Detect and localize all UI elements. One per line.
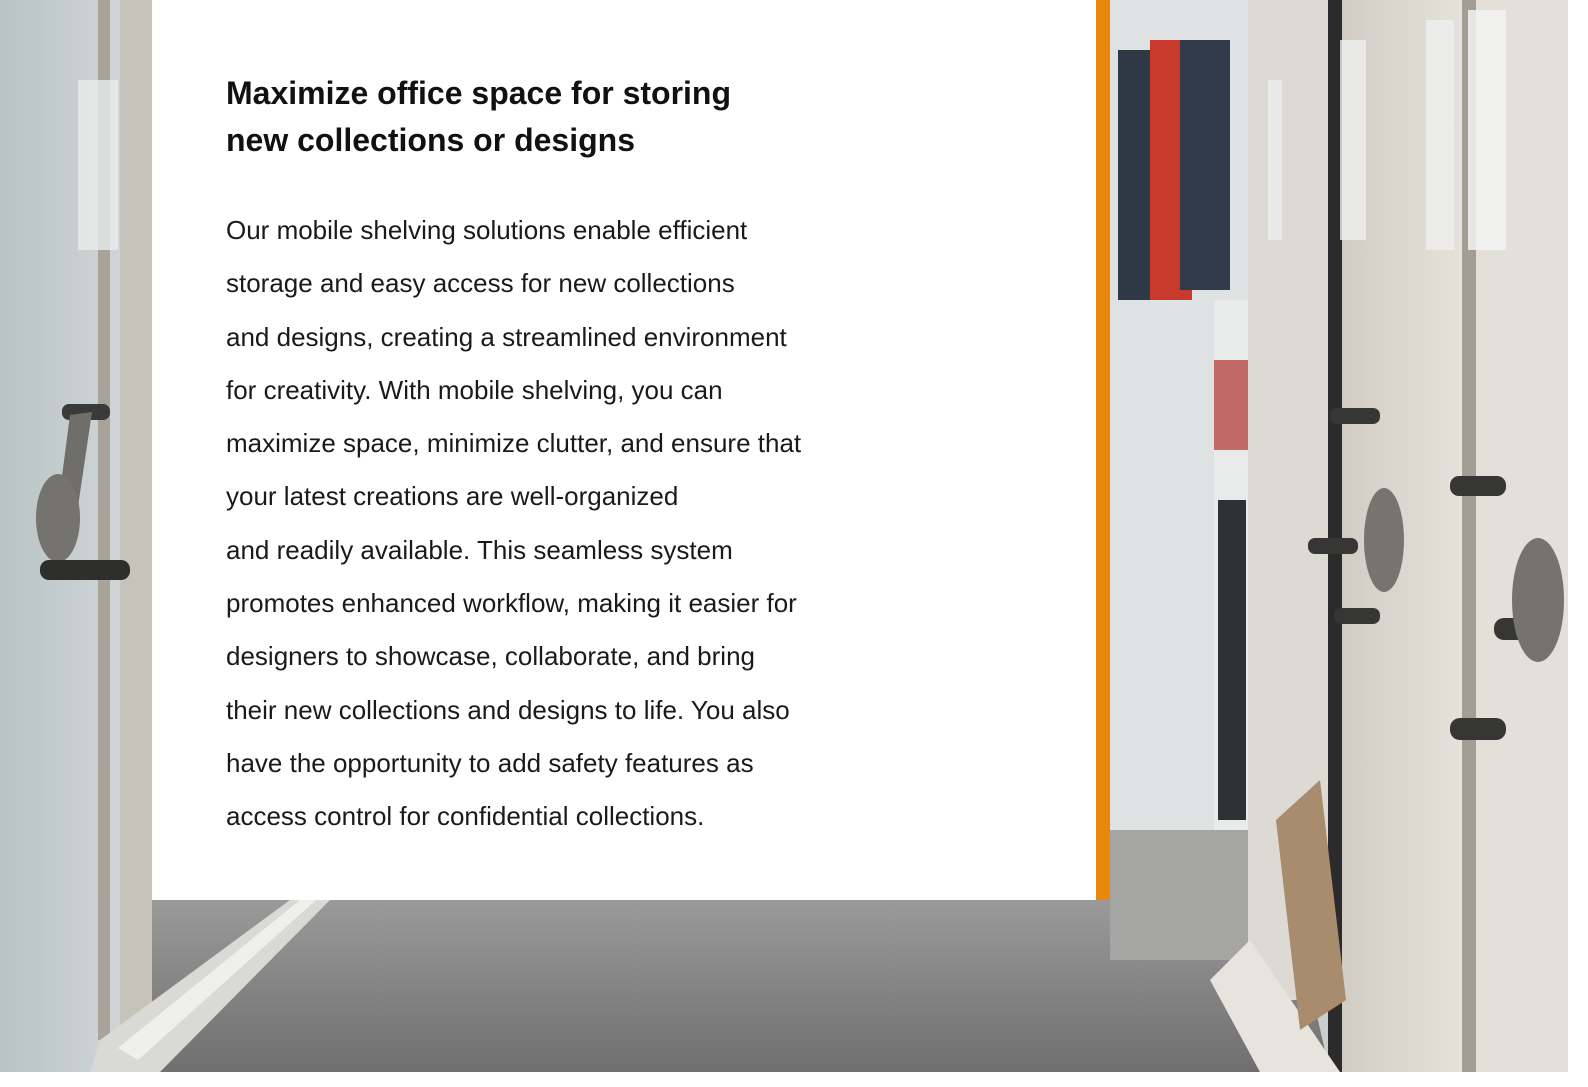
body-line: have the opportunity to add safety featu… [226, 747, 754, 778]
body-line: designers to showcase, collaborate, and … [226, 641, 755, 672]
heading-line: new collections or designs [226, 122, 635, 158]
heading-line: Maximize office space for storing [226, 75, 732, 111]
body-line: and designs, creating a streamlined envi… [226, 321, 787, 352]
body-line: storage and easy access for new collecti… [226, 268, 735, 299]
body-line: for creativity. With mobile shelving, yo… [226, 374, 723, 405]
body-line: and readily available. This seamless sys… [226, 534, 733, 565]
section-body-text: Our mobile shelving solutions enable eff… [226, 204, 946, 844]
body-line: Our mobile shelving solutions enable eff… [226, 215, 748, 245]
body-line: promotes enhanced workflow, making it ea… [226, 588, 797, 619]
content-card: Maximize office space for storing new co… [152, 0, 1096, 900]
section-heading: Maximize office space for storing new co… [226, 70, 846, 164]
body-line: their new collections and designs to lif… [226, 694, 790, 725]
body-line: your latest creations are well-organized [226, 481, 679, 512]
accent-bar [1096, 0, 1110, 900]
body-line: maximize space, minimize clutter, and en… [226, 428, 802, 459]
body-line: access control for confidential collecti… [226, 801, 705, 832]
